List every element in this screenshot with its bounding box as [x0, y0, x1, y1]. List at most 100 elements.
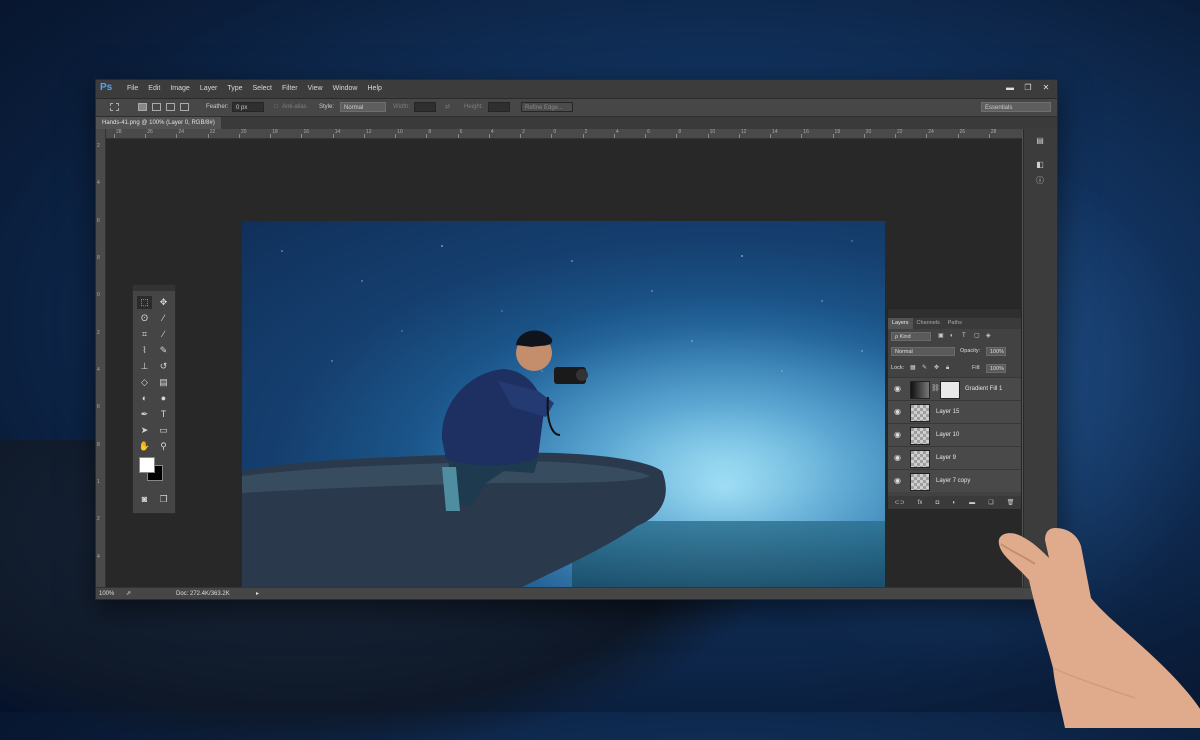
group-icon[interactable]: ▬ [969, 500, 975, 506]
toolbox-panel: ⬚ ✥ ʘ ⁄ ⌗ ∕ ⌇ ✎ ⊥ ↺ ◇ ▤ ◐ ● ✒ T ➤ ▭ ✋ ⚲ [132, 284, 176, 514]
clone-stamp-icon[interactable]: ⊥ [137, 360, 152, 373]
rectangle-icon[interactable]: ▭ [156, 424, 171, 437]
refine-edge-button[interactable]: Refine Edge... [521, 102, 573, 112]
trash-icon[interactable]: 🗑︎ [1007, 499, 1015, 506]
hand-icon[interactable]: ✋ [137, 440, 152, 453]
filter-smart-object-icon[interactable]: ◈ [986, 331, 991, 341]
layer-row[interactable]: ◉ Layer 7 copy [888, 469, 1021, 492]
filter-shape-icon[interactable]: ▢ [974, 331, 980, 341]
lock-pixels-icon[interactable]: ✎ [922, 363, 927, 373]
visibility-eye-icon[interactable]: ◉ [894, 476, 901, 485]
history-panel-icon[interactable]: ▤ [1033, 135, 1047, 147]
tab-layers[interactable]: Layers [888, 318, 913, 329]
kind-filter-select[interactable]: ρ Kind [891, 332, 931, 341]
foreground-color-swatch[interactable] [139, 457, 155, 473]
zoom-level[interactable]: 100% [99, 588, 114, 599]
menu-filter[interactable]: Filter [277, 80, 303, 98]
document-image[interactable] [242, 221, 885, 599]
adjustments-panel-icon[interactable]: ◧ [1033, 159, 1047, 171]
layer-row[interactable]: ◉ Layer 10 [888, 423, 1021, 446]
fx-icon[interactable]: fx [918, 500, 923, 506]
layer-row[interactable]: ◉ ⛓︎ Gradient Fill 1 [888, 377, 1021, 400]
add-selection-icon[interactable] [152, 103, 161, 111]
brush-icon[interactable]: ✎ [156, 344, 171, 357]
visibility-eye-icon[interactable]: ◉ [894, 384, 901, 393]
quick-mask-icon[interactable]: ◙ [137, 493, 152, 506]
width-input[interactable] [414, 102, 436, 112]
link-icon[interactable]: ⊂⊃ [895, 499, 905, 506]
opacity-input[interactable]: 100% [986, 347, 1006, 356]
menu-type[interactable]: Type [222, 80, 247, 98]
crop-icon[interactable]: ⌗ [137, 328, 152, 341]
healing-brush-icon[interactable]: ⌇ [137, 344, 152, 357]
lock-all-icon[interactable]: 🔒︎ [946, 363, 949, 373]
status-menu-arrow-icon[interactable]: ▸ [256, 588, 259, 599]
path-select-icon[interactable]: ➤ [137, 424, 152, 437]
workspace-select[interactable]: Essentials [981, 102, 1051, 112]
menu-view[interactable]: View [303, 80, 328, 98]
layer-row[interactable]: ◉ Layer 15 [888, 400, 1021, 423]
new-selection-icon[interactable] [138, 103, 147, 111]
tab-paths[interactable]: Paths [944, 318, 966, 329]
status-export-icon[interactable]: ⇗ [126, 588, 131, 599]
filter-pixel-icon[interactable]: ▣ [938, 331, 944, 341]
visibility-eye-icon[interactable]: ◉ [894, 453, 901, 462]
dodge-icon[interactable]: ● [156, 392, 171, 405]
document-tab[interactable]: Hands-41.png @ 100% (Layer 0, RGB/8#) [96, 117, 221, 129]
feather-input[interactable]: 0 px [232, 102, 264, 112]
filter-adjustment-icon[interactable]: ◐ [950, 331, 954, 341]
zoom-icon[interactable]: ⚲ [156, 440, 171, 453]
ruler-tick [613, 134, 615, 138]
move-icon[interactable]: ✥ [156, 296, 171, 309]
mask-icon[interactable]: ◘ [936, 500, 940, 506]
blend-mode-select[interactable]: Normal [891, 347, 955, 356]
style-select[interactable]: Normal [340, 102, 386, 112]
pen-icon[interactable]: ✒ [137, 408, 152, 421]
menu-help[interactable]: Help [363, 80, 387, 98]
lock-position-icon[interactable]: ✥ [934, 363, 939, 373]
gradient-icon[interactable]: ▤ [156, 376, 171, 389]
ruler-tick-label: 10 [397, 129, 403, 135]
menu-layer[interactable]: Layer [195, 80, 223, 98]
anti-alias-checkbox-icon[interactable]: □ [274, 99, 278, 116]
filter-type-icon[interactable]: T [962, 331, 966, 341]
eraser-icon[interactable]: ◇ [137, 376, 152, 389]
menu-edit[interactable]: Edit [143, 80, 165, 98]
lasso-icon[interactable]: ʘ [137, 312, 152, 325]
visibility-eye-icon[interactable]: ◉ [894, 430, 901, 439]
lock-transparency-icon[interactable]: ▦ [910, 363, 916, 373]
fill-input[interactable]: 100% [986, 364, 1006, 373]
new-layer-icon[interactable]: ❑ [988, 499, 993, 506]
ruler-tick-label: 6 [459, 129, 463, 135]
restore-icon[interactable]: ❐ [1021, 82, 1035, 94]
tab-channels[interactable]: Channels [913, 318, 944, 329]
subtract-selection-icon[interactable] [166, 103, 175, 111]
menu-image[interactable]: Image [165, 80, 194, 98]
eyedropper-icon[interactable]: ∕ [156, 328, 171, 341]
menu-select[interactable]: Select [248, 80, 277, 98]
layer-mask-thumbnail [940, 381, 960, 399]
visibility-eye-icon[interactable]: ◉ [894, 407, 901, 416]
panel-header[interactable] [888, 309, 1021, 318]
intersect-selection-icon[interactable] [180, 103, 189, 111]
menu-window[interactable]: Window [328, 80, 363, 98]
marquee-icon[interactable]: ⬚ [137, 296, 152, 309]
swap-dimensions-icon[interactable]: ⇄ [445, 99, 450, 116]
close-icon[interactable]: ✕ [1039, 82, 1053, 94]
quick-select-icon[interactable]: ⁄ [156, 312, 171, 325]
screen-mode-icon[interactable]: ❐ [156, 493, 171, 506]
type-icon[interactable]: T [156, 408, 171, 421]
ruler-tick [426, 134, 428, 138]
minimize-icon[interactable]: ▬ [1003, 82, 1017, 94]
ruler-tick [926, 134, 928, 138]
canvas-area[interactable]: ⬚ ✥ ʘ ⁄ ⌗ ∕ ⌇ ✎ ⊥ ↺ ◇ ▤ ◐ ● ✒ T ➤ ▭ ✋ ⚲ [106, 139, 1022, 599]
layer-row[interactable]: ◉ Layer 9 [888, 446, 1021, 469]
height-input[interactable] [488, 102, 510, 112]
blur-icon[interactable]: ◐ [137, 392, 152, 405]
info-panel-icon[interactable]: ⓘ [1033, 175, 1047, 187]
adjustment-icon[interactable]: ◐ [952, 500, 956, 506]
marquee-preset-icon[interactable] [110, 103, 119, 111]
menu-file[interactable]: File [122, 80, 143, 98]
opacity-label: Opacity: [960, 348, 981, 354]
history-brush-icon[interactable]: ↺ [156, 360, 171, 373]
